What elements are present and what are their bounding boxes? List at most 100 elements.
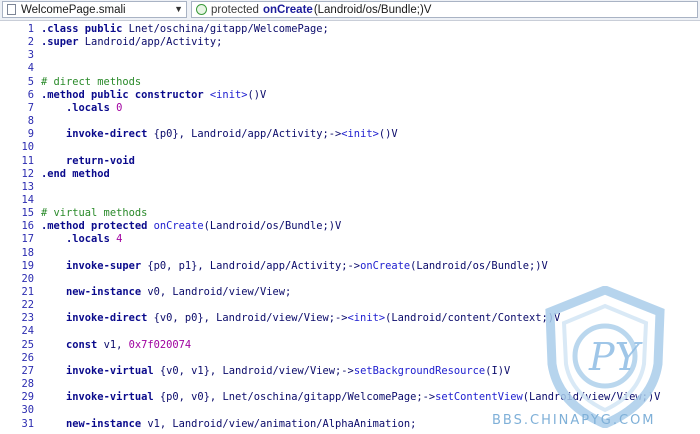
- line-number: 6: [27, 88, 34, 101]
- code-token: .locals: [66, 101, 110, 114]
- code-text: .end method: [41, 168, 110, 181]
- line-number: 18: [21, 246, 34, 259]
- code-token: invoke-virtual: [66, 364, 154, 377]
- code-token: <init>: [347, 312, 386, 325]
- code-token: const: [66, 338, 98, 351]
- watermark-logo-letters: PY: [588, 335, 644, 379]
- code-token: v1, Landroid/view/animation/AlphaAnimati…: [141, 417, 417, 430]
- watermark-shield-logo: PY: [545, 286, 665, 428]
- code-token: setBackgroundResource: [353, 364, 486, 377]
- code-text: # direct methods: [41, 76, 141, 89]
- code-token: (Landroid/os/Bundle;)V: [410, 259, 548, 272]
- line-number: 25: [21, 338, 34, 351]
- line-number: 23: [21, 312, 34, 325]
- code-token: invoke-direct: [66, 128, 148, 141]
- line-number: 10: [21, 141, 34, 154]
- file-icon: [7, 4, 16, 15]
- code-text: .method public constructor <init>()V: [41, 89, 266, 102]
- code-token: .method protected: [41, 220, 148, 233]
- code-token: # direct methods: [41, 75, 142, 88]
- code-text: .class public Lnet/oschina/gitapp/Welcom…: [41, 23, 329, 36]
- file-dropdown[interactable]: WelcomePage.smali ▼: [2, 1, 187, 18]
- code-token: v1,: [97, 338, 129, 351]
- code-token: 4: [116, 233, 123, 246]
- code-token: ()V: [247, 88, 267, 101]
- watermark-site-text: BBS.CHINAPYG.COM: [492, 413, 656, 428]
- code-token: {p0}, Landroid/app/Activity;->: [147, 128, 342, 141]
- method-signature: (Landroid/os/Bundle;)V: [313, 3, 432, 16]
- code-text: new-instance v1, Landroid/view/animation…: [41, 418, 416, 431]
- line-number: 4: [27, 62, 34, 75]
- line-number: 2: [27, 36, 34, 49]
- method-name: onCreate: [262, 3, 313, 16]
- code-token: invoke-virtual: [66, 391, 154, 404]
- line-number: 15: [21, 207, 34, 220]
- line-number: 7: [27, 101, 34, 114]
- method-modifier: protected: [211, 3, 259, 16]
- code-token: new-instance: [66, 417, 142, 430]
- code-text: invoke-virtual {v0, v1}, Landroid/view/V…: [41, 365, 510, 378]
- code-text: invoke-direct {v0, p0}, Landroid/view/Vi…: [41, 312, 560, 325]
- code-token: (Landroid/os/Bundle;)V: [203, 220, 342, 233]
- line-number: 27: [21, 364, 34, 377]
- chevron-down-icon[interactable]: ▼: [174, 2, 183, 17]
- line-number: 16: [21, 220, 34, 233]
- method-icon: [196, 4, 207, 15]
- code-token: ()V: [378, 128, 398, 141]
- code-token: {v0, v1}, Landroid/view/View;->: [153, 364, 354, 377]
- line-number: 24: [21, 325, 34, 338]
- code-text: return-void: [41, 155, 135, 168]
- line-number: 22: [21, 299, 34, 312]
- code-token: invoke-super: [66, 259, 142, 272]
- code-token: .super: [41, 36, 79, 49]
- code-text: .method protected onCreate(Landroid/os/B…: [41, 220, 341, 233]
- line-number: 12: [21, 167, 34, 180]
- line-number: 3: [27, 49, 34, 62]
- code-text: .super Landroid/app/Activity;: [41, 36, 222, 49]
- code-text: const v1, 0x7f020074: [41, 339, 191, 352]
- code-token: (Landroid/content/Context;)V: [385, 312, 561, 325]
- code-token: .end method: [41, 167, 110, 180]
- code-text: .locals 4: [41, 233, 122, 246]
- line-number: 8: [27, 115, 34, 128]
- code-token: 0x7f020074: [128, 338, 192, 351]
- code-token: .locals: [66, 233, 110, 246]
- code-token: 0: [116, 101, 123, 114]
- code-token: {p0, v0}, Lnet/oschina/gitapp/WelcomePag…: [153, 391, 436, 404]
- code-token: {v0, p0}, Landroid/view/View;->: [147, 312, 348, 325]
- line-number: 5: [27, 75, 34, 88]
- code-token: return-void: [66, 154, 135, 167]
- method-dropdown[interactable]: protected onCreate (Landroid/os/Bundle;)…: [191, 1, 698, 18]
- line-number: 20: [21, 272, 34, 285]
- code-token: new-instance: [66, 286, 142, 298]
- line-number: 26: [21, 351, 34, 364]
- code-token: onCreate: [153, 220, 204, 233]
- code-text: new-instance v0, Landroid/view/View;: [41, 286, 291, 299]
- line-number: 13: [21, 180, 34, 193]
- code-token: invoke-direct: [66, 312, 148, 325]
- code-token: <init>: [209, 88, 248, 101]
- line-number: 21: [21, 286, 34, 298]
- code-token: .method public constructor: [41, 88, 204, 101]
- code-text: .locals 0: [41, 102, 122, 115]
- code-text: invoke-super {p0, p1}, Landroid/app/Acti…: [41, 260, 548, 273]
- line-number: 28: [21, 378, 34, 391]
- code-token: setContentView: [435, 391, 523, 404]
- code-text: # virtual methods: [41, 207, 147, 220]
- line-number: 1: [27, 23, 34, 35]
- file-dropdown-label: WelcomePage.smali: [21, 3, 126, 16]
- line-number: 29: [21, 391, 34, 404]
- code-token: (I)V: [485, 364, 511, 377]
- line-number: 31: [21, 417, 34, 430]
- line-number: 30: [21, 404, 34, 417]
